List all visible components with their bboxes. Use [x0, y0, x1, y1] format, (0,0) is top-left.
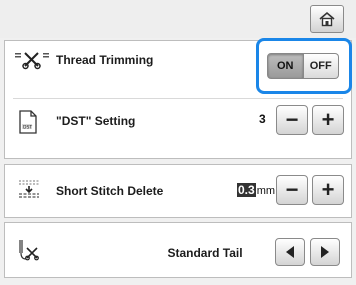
arrow-left-icon: [286, 246, 294, 258]
short-stitch-value: 0.3: [237, 183, 256, 197]
off-button[interactable]: OFF: [303, 53, 339, 79]
short-stitch-increase-button[interactable]: +: [312, 175, 344, 205]
thread-trimming-toggle[interactable]: ON OFF: [267, 53, 339, 79]
arrow-right-icon: [321, 246, 329, 258]
dst-increase-button[interactable]: +: [312, 105, 344, 135]
home-icon: [319, 11, 335, 27]
thread-trim-icon: [15, 52, 49, 70]
short-stitch-decrease-button[interactable]: −: [276, 175, 308, 205]
thread-trimming-label: Thread Trimming: [56, 53, 154, 67]
top-bar: [0, 0, 356, 38]
divider: [13, 98, 343, 99]
home-button[interactable]: [310, 5, 344, 33]
short-stitch-panel: Short Stitch Delete 0.3 mm − +: [4, 164, 352, 218]
dst-file-icon: DST: [19, 110, 37, 134]
short-stitch-delete-label: Short Stitch Delete: [56, 184, 164, 198]
short-stitch-icon: [19, 180, 39, 198]
svg-text:DST: DST: [23, 124, 32, 130]
tail-next-button[interactable]: [310, 238, 340, 266]
dst-setting-label: "DST" Setting: [56, 114, 136, 128]
short-stitch-value-display: 0.3 mm: [237, 183, 275, 197]
on-button[interactable]: ON: [267, 53, 304, 79]
tail-panel: Standard Tail: [4, 222, 352, 278]
thread-tail-icon: [19, 240, 39, 261]
dst-decrease-button[interactable]: −: [276, 105, 308, 135]
tail-value: Standard Tail: [167, 246, 243, 260]
tail-previous-button[interactable]: [275, 238, 305, 266]
short-stitch-unit: mm: [256, 185, 276, 197]
trim-dst-panel: Thread Trimming ON OFF DST "DST" Setting…: [4, 38, 352, 159]
thread-trimming-toggle-focus: ON OFF: [256, 38, 352, 94]
dst-value: 3: [259, 112, 266, 126]
